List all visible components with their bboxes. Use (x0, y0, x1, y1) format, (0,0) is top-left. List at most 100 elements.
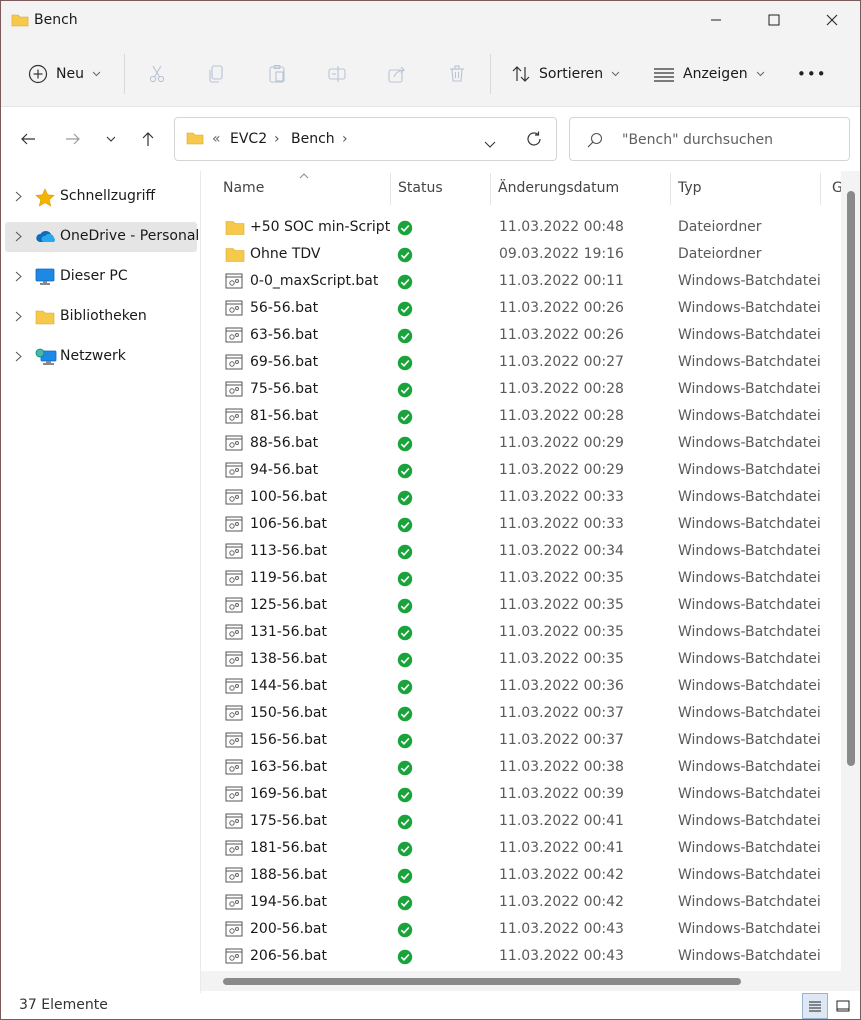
file-name: 194-56.bat (250, 894, 327, 910)
table-row[interactable]: 131-56.bat 11.03.2022 00:35 Windows-Batchd… (201, 620, 841, 647)
table-row[interactable]: 69-56.bat 11.03.2022 00:27 Windows-Batchda… (201, 350, 841, 377)
file-type: Windows-Batchdatei (678, 489, 820, 505)
file-name: 206-56.bat (250, 948, 327, 964)
chevron-down-icon (106, 136, 116, 142)
file-name: 88-56.bat (250, 435, 319, 451)
more-options-button[interactable]: ••• (797, 59, 827, 89)
back-button[interactable] (14, 127, 42, 151)
file-date: 11.03.2022 00:38 (499, 759, 624, 775)
column-header-size[interactable]: G (821, 171, 841, 207)
details-view-button[interactable] (802, 993, 828, 1019)
table-row[interactable]: 125-56.bat 11.03.2022 00:35 Windows-Batchd… (201, 593, 841, 620)
table-row[interactable]: 188-56.bat 11.03.2022 00:42 Windows-Batchd… (201, 863, 841, 890)
sort-button[interactable]: Sortieren (511, 59, 620, 89)
breadcrumb-separator[interactable]: › (342, 131, 348, 147)
column-header-status[interactable]: Status (391, 171, 490, 207)
table-row[interactable]: 56-56.bat 11.03.2022 00:26 Windows-Batchda… (201, 296, 841, 323)
file-type: Windows-Batchdatei (678, 570, 820, 586)
table-row[interactable]: 75-56.bat 11.03.2022 00:28 Windows-Batchda… (201, 377, 841, 404)
file-name: 81-56.bat (250, 408, 319, 424)
new-button[interactable]: Neu (28, 59, 101, 89)
breadcrumb-separator[interactable]: › (274, 131, 280, 147)
sidebar-item-onedrive[interactable]: OneDrive - Personal (5, 222, 199, 252)
table-row[interactable]: 156-56.bat 11.03.2022 00:37 Windows-Batchd… (201, 728, 841, 755)
close-button[interactable] (803, 1, 860, 39)
table-row[interactable]: 138-56.bat 11.03.2022 00:35 Windows-Batchd… (201, 647, 841, 674)
table-row[interactable]: 63-56.bat 11.03.2022 00:26 Windows-Batchda… (201, 323, 841, 350)
recent-locations-button[interactable] (97, 127, 125, 151)
table-row[interactable]: 206-56.bat 11.03.2022 00:43 Windows-Batchd… (201, 944, 841, 971)
refresh-button[interactable] (525, 130, 543, 152)
address-bar[interactable]: « EVC2 › Bench › (174, 117, 557, 161)
cut-button[interactable] (147, 59, 167, 89)
sync-status-icon (397, 328, 413, 348)
sidebar-item-this-pc[interactable]: Dieser PC (5, 262, 197, 292)
sidebar-item-libraries[interactable]: Bibliotheken (5, 302, 197, 332)
file-name: 69-56.bat (250, 354, 319, 370)
maximize-button[interactable] (745, 1, 803, 39)
table-row[interactable]: 100-56.bat 11.03.2022 00:33 Windows-Batchd… (201, 485, 841, 512)
batch-file-icon (225, 759, 243, 779)
file-date: 11.03.2022 00:29 (499, 435, 624, 451)
file-date: 11.03.2022 00:41 (499, 813, 624, 829)
address-history-dropdown[interactable] (484, 136, 496, 152)
vertical-scrollbar-thumb[interactable] (847, 191, 855, 766)
sync-status-icon (397, 814, 413, 834)
batch-file-icon (225, 921, 243, 941)
star-icon (35, 188, 55, 207)
more-icon: ••• (797, 65, 827, 83)
table-row[interactable]: 163-56.bat 11.03.2022 00:38 Windows-Batchd… (201, 755, 841, 782)
column-header-date[interactable]: Änderungsdatum (491, 171, 670, 207)
batch-file-icon (225, 624, 243, 644)
table-row[interactable]: 0-0_maxScript.bat 11.03.2022 00:11 Windows… (201, 269, 841, 296)
table-row[interactable]: 181-56.bat 11.03.2022 00:41 Windows-Batchd… (201, 836, 841, 863)
file-type: Dateiordner (678, 219, 762, 235)
sort-ascending-icon (299, 173, 309, 179)
column-header-type[interactable]: Typ (671, 171, 820, 207)
table-row[interactable]: 175-56.bat 11.03.2022 00:41 Windows-Batchd… (201, 809, 841, 836)
view-list-icon (654, 68, 674, 82)
breadcrumb-bench[interactable]: Bench (291, 131, 335, 147)
table-row[interactable]: 150-56.bat 11.03.2022 00:37 Windows-Batchd… (201, 701, 841, 728)
table-row[interactable]: 200-56.bat 11.03.2022 00:43 Windows-Batchd… (201, 917, 841, 944)
horizontal-scrollbar-thumb[interactable] (223, 978, 741, 985)
table-row[interactable]: 106-56.bat 11.03.2022 00:33 Windows-Batchd… (201, 512, 841, 539)
table-row[interactable]: 169-56.bat 11.03.2022 00:39 Windows-Batchd… (201, 782, 841, 809)
table-row[interactable]: +50 SOC min-Script 11.03.2022 00:48 Dateio… (201, 215, 841, 242)
search-box[interactable]: "Bench" durchsuchen (569, 117, 850, 161)
column-header-name[interactable]: Name (201, 171, 390, 207)
table-row[interactable]: 88-56.bat 11.03.2022 00:29 Windows-Batchda… (201, 431, 841, 458)
table-row[interactable]: 194-56.bat 11.03.2022 00:42 Windows-Batchd… (201, 890, 841, 917)
chevron-right-icon (15, 311, 22, 322)
paste-button[interactable] (267, 59, 287, 89)
file-type: Windows-Batchdatei (678, 273, 820, 289)
forward-button[interactable] (59, 127, 87, 151)
file-date: 11.03.2022 00:42 (499, 867, 624, 883)
search-input[interactable]: "Bench" durchsuchen (622, 132, 773, 148)
table-row[interactable]: 119-56.bat 11.03.2022 00:35 Windows-Batchd… (201, 566, 841, 593)
table-row[interactable]: 81-56.bat 11.03.2022 00:28 Windows-Batchda… (201, 404, 841, 431)
table-row[interactable]: 94-56.bat 11.03.2022 00:29 Windows-Batchda… (201, 458, 841, 485)
file-name: 150-56.bat (250, 705, 327, 721)
view-button[interactable]: Anzeigen (653, 59, 765, 89)
delete-button[interactable] (447, 59, 467, 89)
sidebar-item-network[interactable]: Netzwerk (5, 342, 197, 372)
minimize-button[interactable] (687, 1, 745, 39)
breadcrumb-evc2[interactable]: EVC2 (230, 131, 267, 147)
table-row[interactable]: 113-56.bat 11.03.2022 00:34 Windows-Batchd… (201, 539, 841, 566)
up-button[interactable] (134, 127, 162, 151)
tiles-view-button[interactable] (830, 993, 856, 1019)
breadcrumb-overflow[interactable]: « (212, 131, 221, 147)
file-name: 175-56.bat (250, 813, 327, 829)
share-button[interactable] (387, 59, 407, 89)
rename-button[interactable] (327, 59, 347, 89)
file-name: 144-56.bat (250, 678, 327, 694)
table-row[interactable]: 144-56.bat 11.03.2022 00:36 Windows-Batchd… (201, 674, 841, 701)
search-icon (586, 131, 604, 153)
file-name: 119-56.bat (250, 570, 327, 586)
copy-button[interactable] (207, 59, 227, 89)
sync-status-icon (397, 517, 413, 537)
sync-status-icon (397, 841, 413, 861)
sidebar-item-quick-access[interactable]: Schnellzugriff (5, 182, 197, 212)
table-row[interactable]: Ohne TDV 09.03.2022 19:16 Dateiordner (201, 242, 841, 269)
